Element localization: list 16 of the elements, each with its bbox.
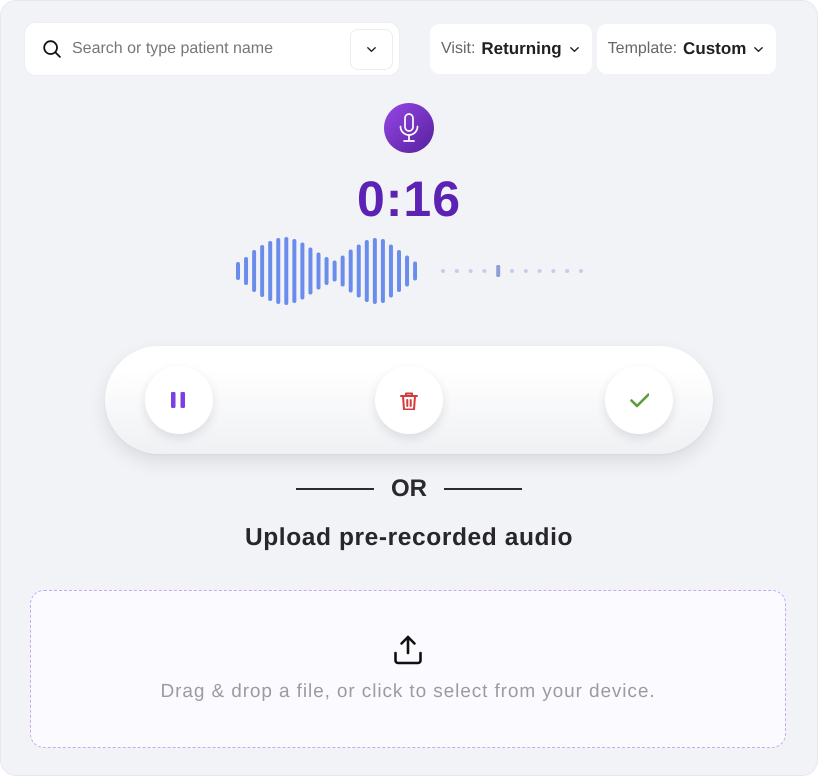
upload-heading: Upload pre-recorded audio: [244, 523, 574, 553]
check-icon: [630, 390, 648, 410]
trash-icon: [400, 390, 418, 410]
chevron-down-icon: [367, 46, 376, 52]
recording-timer: 0:16: [356, 171, 462, 227]
upload-hint: Drag & drop a file, or click to select from your device.: [160, 680, 656, 704]
filter-dropdown[interactable]: Template: Custom: [596, 24, 776, 74]
microphone-icon: [384, 103, 434, 153]
or-divider-label: OR: [391, 474, 427, 504]
filter-dropdown[interactable]: Visit: Returning: [430, 24, 592, 74]
upload-icon: [392, 634, 424, 666]
chevron-down-icon: [754, 46, 764, 52]
search-icon: [43, 40, 61, 58]
search-field[interactable]: Search or type patient name: [24, 22, 400, 76]
search-input[interactable]: Search or type patient name: [72, 38, 350, 60]
chevron-down-icon: [570, 46, 579, 52]
